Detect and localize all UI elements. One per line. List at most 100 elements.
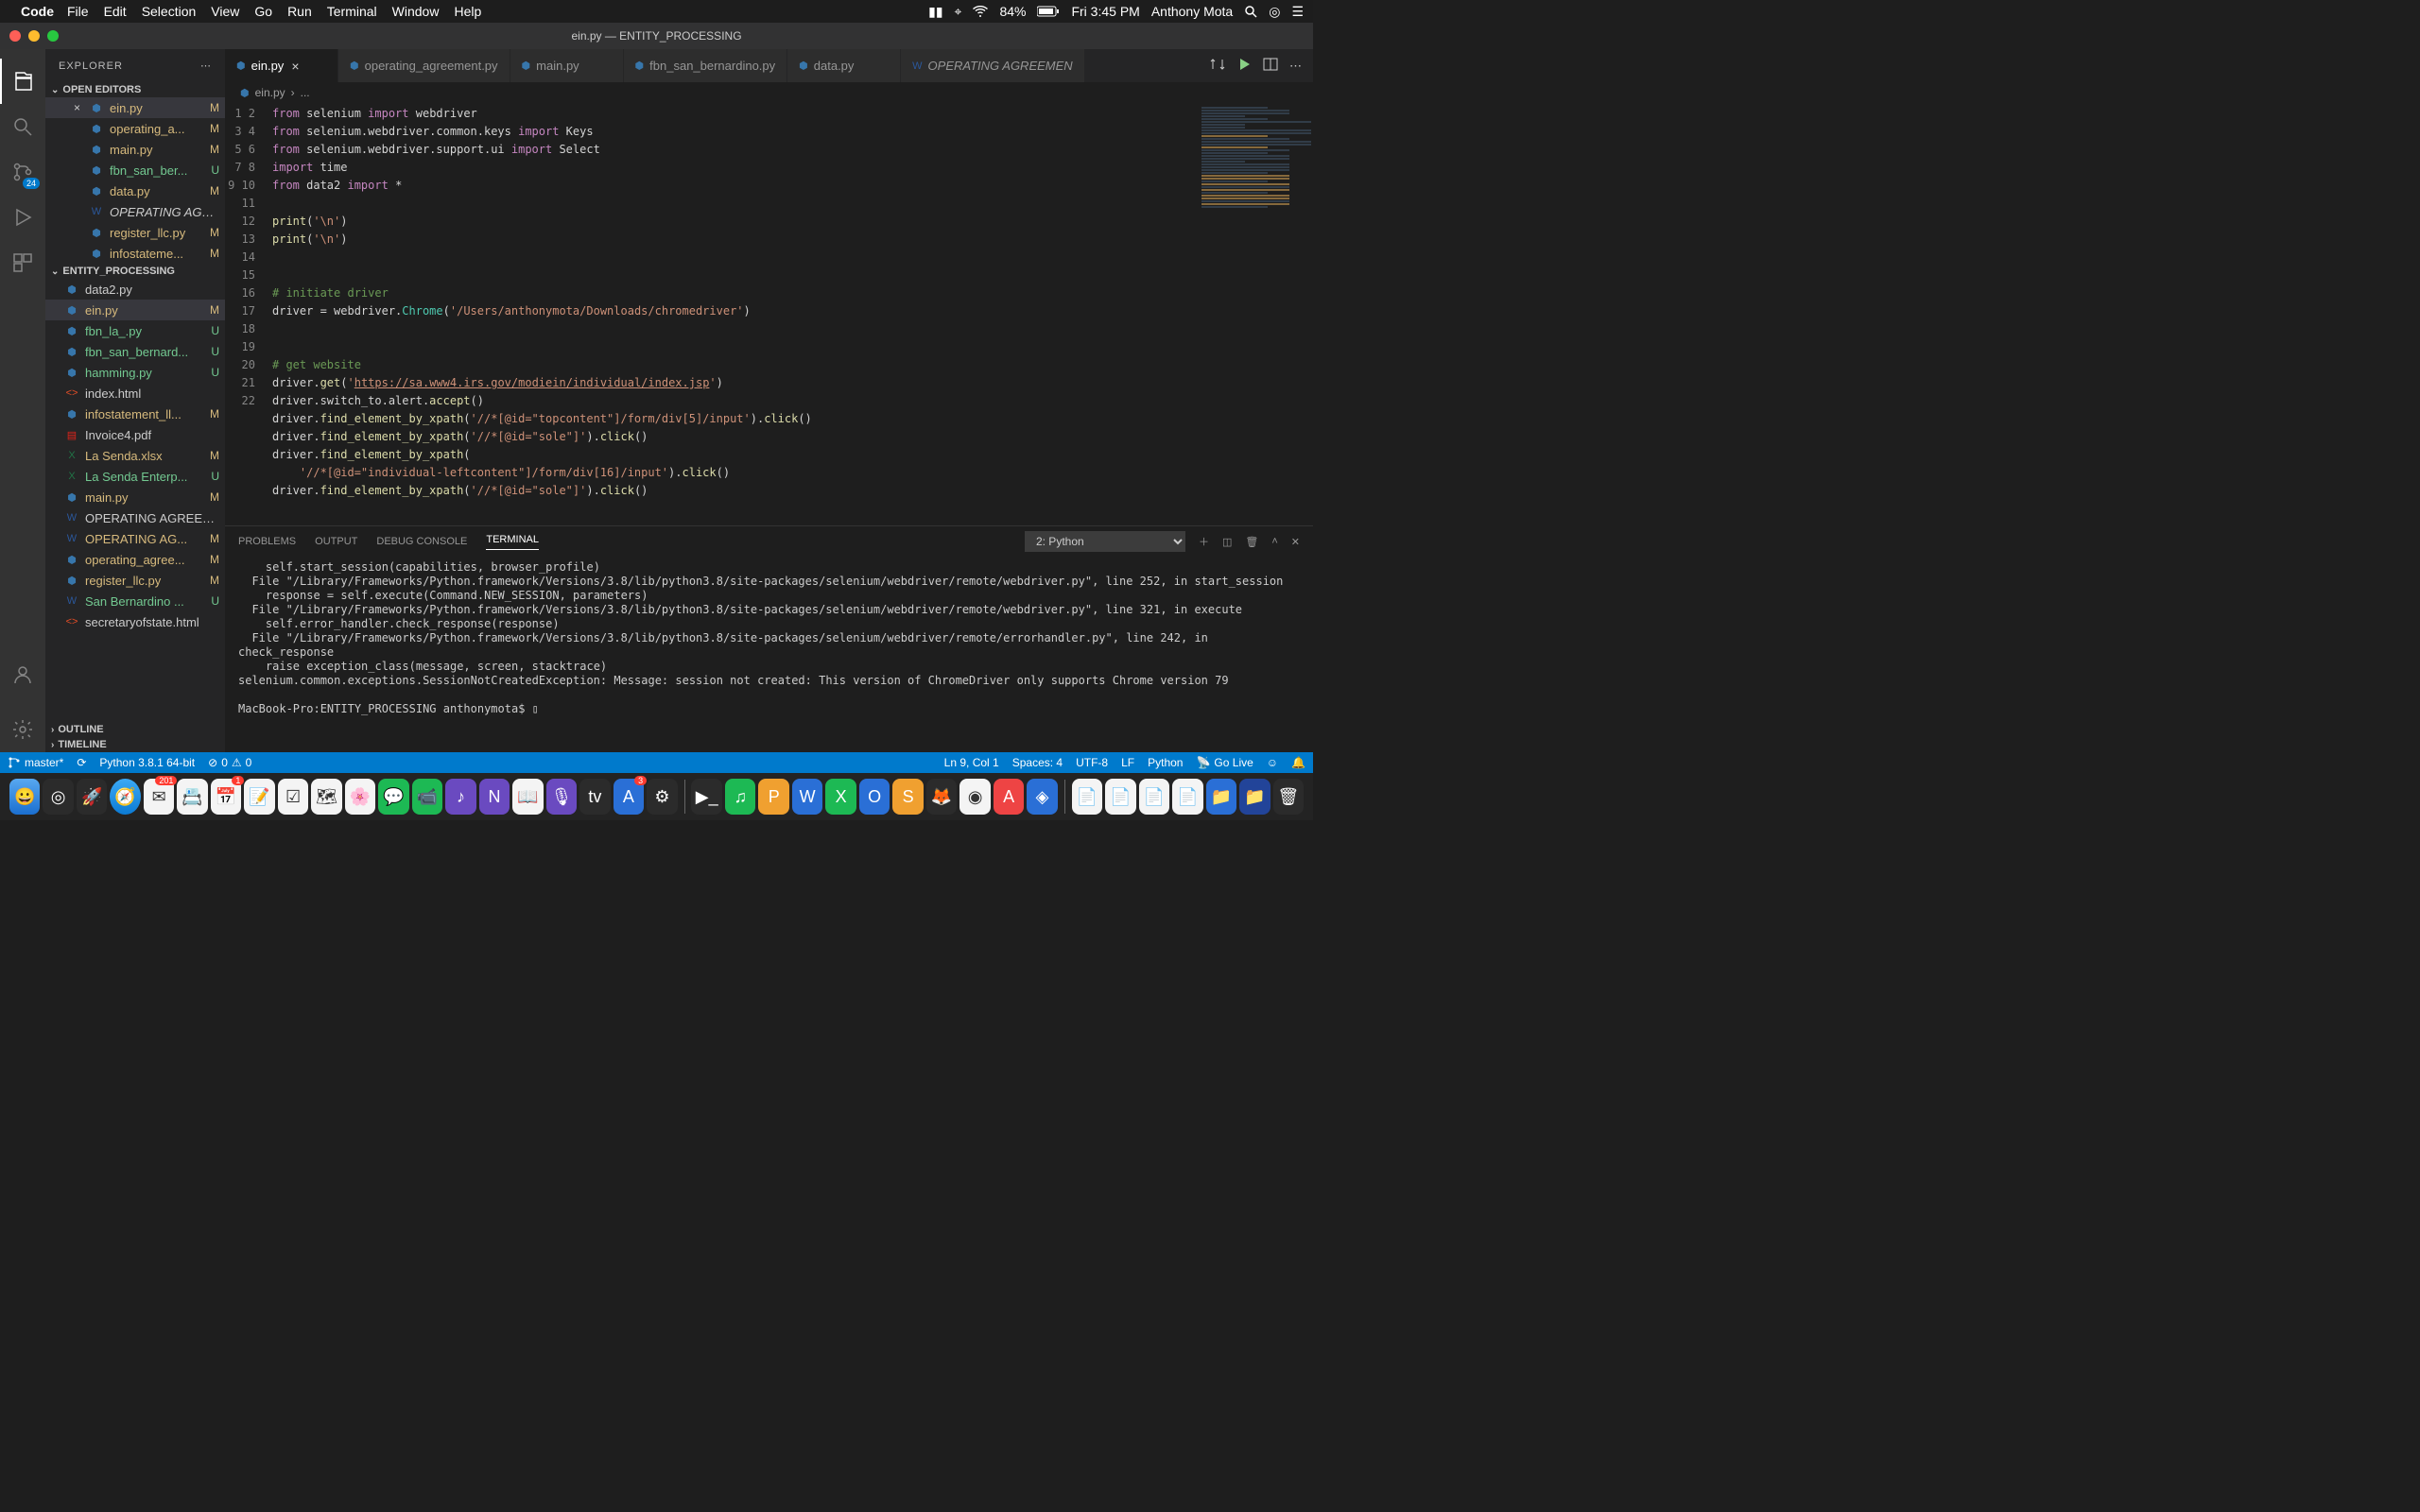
- dock-notes[interactable]: 📝: [244, 779, 274, 815]
- dock-trash[interactable]: 🗑: [1273, 779, 1304, 815]
- open-editor-item[interactable]: ⬢main.pyM: [45, 139, 225, 160]
- open-editor-item[interactable]: ⬢infostateme...M: [45, 243, 225, 264]
- dock-maps[interactable]: 🗺: [311, 779, 341, 815]
- sb-cursor[interactable]: Ln 9, Col 1: [944, 756, 999, 769]
- status-icon[interactable]: ▮▮: [928, 4, 942, 20]
- editor-body[interactable]: 1 2 3 4 5 6 7 8 9 10 11 12 13 14 15 16 1…: [225, 103, 1313, 525]
- dock-acrobat[interactable]: A: [994, 779, 1024, 815]
- dock-firefox[interactable]: 🦊: [926, 779, 957, 815]
- dock-doc2[interactable]: 📄: [1105, 779, 1135, 815]
- file-tree-item[interactable]: ⬢hamming.pyU: [45, 362, 225, 383]
- siri-icon[interactable]: ◎: [1269, 4, 1280, 20]
- dock-excel[interactable]: X: [825, 779, 856, 815]
- window-minimize-button[interactable]: [28, 30, 40, 42]
- file-tree-item[interactable]: ⬢operating_agree...M: [45, 549, 225, 570]
- file-tree-item[interactable]: WOPERATING AGREEM...: [45, 507, 225, 528]
- file-tree-item[interactable]: ⬢infostatement_ll...M: [45, 404, 225, 424]
- sb-feedback-icon[interactable]: ☺: [1267, 756, 1278, 769]
- section-open-editors[interactable]: ⌄ OPEN EDITORS: [45, 82, 225, 97]
- split-editor-icon[interactable]: [1263, 57, 1278, 75]
- open-editor-item[interactable]: ⬢register_llc.pyM: [45, 222, 225, 243]
- window-close-button[interactable]: [9, 30, 21, 42]
- dock-podcasts[interactable]: 🎙: [546, 779, 577, 815]
- dock-siri[interactable]: ◎: [43, 779, 73, 815]
- dock-sysprefs[interactable]: ⚙: [647, 779, 677, 815]
- minimap[interactable]: [1200, 103, 1313, 525]
- sb-language[interactable]: Python: [1148, 756, 1183, 769]
- file-tree-item[interactable]: ⬢ein.pyM: [45, 300, 225, 320]
- activity-debug[interactable]: [0, 195, 45, 240]
- activity-explorer[interactable]: [0, 59, 45, 104]
- panel-tab-debug[interactable]: DEBUG CONSOLE: [376, 536, 467, 547]
- activity-accounts[interactable]: [0, 652, 45, 697]
- dock-books[interactable]: 📖: [512, 779, 543, 815]
- menu-view[interactable]: View: [211, 4, 239, 19]
- editor-tab[interactable]: WOPERATING AGREEMEN: [901, 49, 1085, 82]
- section-project[interactable]: ⌄ ENTITY_PROCESSING: [45, 264, 225, 279]
- dock-launchpad[interactable]: 🚀: [77, 779, 107, 815]
- terminal-shell-select[interactable]: 2: Python: [1025, 531, 1185, 552]
- panel-tab-terminal[interactable]: TERMINAL: [486, 534, 539, 550]
- editor-tab[interactable]: ⬢ein.py×: [225, 49, 338, 82]
- dock-folder1[interactable]: 📁: [1206, 779, 1236, 815]
- activity-source-control[interactable]: 24: [0, 149, 45, 195]
- spotlight-icon[interactable]: [1244, 5, 1257, 18]
- dock-spotify[interactable]: ♫: [725, 779, 755, 815]
- dock-doc4[interactable]: 📄: [1172, 779, 1202, 815]
- app-name[interactable]: Code: [21, 4, 54, 19]
- control-center-icon[interactable]: ☰: [1291, 4, 1304, 20]
- dock-tv[interactable]: tv: [579, 779, 610, 815]
- maximize-panel-icon[interactable]: ˄: [1271, 536, 1277, 547]
- panel-tab-output[interactable]: OUTPUT: [315, 536, 357, 547]
- file-tree-item[interactable]: <>secretaryofstate.html: [45, 611, 225, 632]
- user-name[interactable]: Anthony Mota: [1151, 4, 1233, 19]
- dock-messages[interactable]: 💬: [378, 779, 408, 815]
- split-terminal-icon[interactable]: ◫: [1222, 536, 1232, 548]
- sb-eol[interactable]: LF: [1121, 756, 1134, 769]
- file-tree-item[interactable]: XLa Senda.xlsxM: [45, 445, 225, 466]
- sb-problems[interactable]: ⊘ 0 ⚠ 0: [208, 756, 251, 769]
- panel-tab-problems[interactable]: PROBLEMS: [238, 536, 296, 547]
- breadcrumb[interactable]: ⬢ ein.py › ...: [225, 82, 1313, 103]
- menu-window[interactable]: Window: [392, 4, 440, 19]
- sb-python[interactable]: Python 3.8.1 64-bit: [99, 756, 195, 769]
- dock-outlook[interactable]: O: [859, 779, 890, 815]
- menu-terminal[interactable]: Terminal: [327, 4, 377, 19]
- open-editor-item[interactable]: ⬢operating_a...M: [45, 118, 225, 139]
- sidebar-more-icon[interactable]: ⋯: [200, 60, 212, 72]
- menu-help[interactable]: Help: [454, 4, 481, 19]
- close-icon[interactable]: ×: [291, 59, 299, 74]
- dock-word[interactable]: W: [792, 779, 822, 815]
- open-editor-item[interactable]: ×⬢ein.pyM: [45, 97, 225, 118]
- section-outline[interactable]: › OUTLINE: [45, 722, 225, 737]
- battery-percent[interactable]: 84%: [999, 4, 1026, 19]
- code-content[interactable]: from selenium import webdriver from sele…: [272, 103, 1200, 525]
- file-tree-item[interactable]: WSan Bernardino ...U: [45, 591, 225, 611]
- wifi-icon[interactable]: [973, 6, 988, 17]
- dock-facetime[interactable]: 📹: [412, 779, 442, 815]
- activity-extensions[interactable]: [0, 240, 45, 285]
- bluetooth-icon[interactable]: ⌖: [955, 4, 962, 20]
- editor-tab[interactable]: ⬢data.py: [787, 49, 901, 82]
- new-terminal-icon[interactable]: ＋: [1199, 534, 1209, 549]
- editor-tab[interactable]: ⬢fbn_san_bernardino.py: [624, 49, 788, 82]
- dock-terminal[interactable]: ▶_: [691, 779, 721, 815]
- dock-doc3[interactable]: 📄: [1139, 779, 1169, 815]
- dock-calendar[interactable]: 📅1: [211, 779, 241, 815]
- dock-safari[interactable]: 🧭: [110, 779, 140, 815]
- file-tree-item[interactable]: ⬢register_llc.pyM: [45, 570, 225, 591]
- dock-vscode[interactable]: ◈: [1027, 779, 1057, 815]
- file-tree-item[interactable]: XLa Senda Enterp...U: [45, 466, 225, 487]
- menu-go[interactable]: Go: [254, 4, 272, 19]
- dock-reminders[interactable]: ☑: [278, 779, 308, 815]
- sb-spaces[interactable]: Spaces: 4: [1012, 756, 1063, 769]
- battery-icon[interactable]: [1037, 6, 1060, 17]
- close-icon[interactable]: ×: [74, 101, 85, 114]
- close-panel-icon[interactable]: ✕: [1291, 536, 1300, 548]
- dock-onenote[interactable]: N: [479, 779, 510, 815]
- dock-photos[interactable]: 🌸: [345, 779, 375, 815]
- sb-golive[interactable]: 📡 Go Live: [1196, 756, 1253, 769]
- dock-appstore[interactable]: A3: [614, 779, 644, 815]
- dock-mail[interactable]: ✉201: [144, 779, 174, 815]
- section-timeline[interactable]: › TIMELINE: [45, 737, 225, 752]
